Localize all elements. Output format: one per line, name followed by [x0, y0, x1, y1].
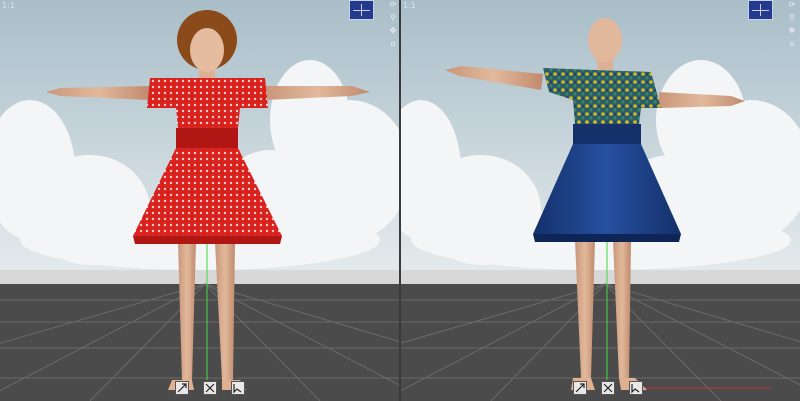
rotate-icon[interactable]: ⟳: [787, 0, 797, 10]
viewport-tools: [573, 381, 643, 395]
home-icon[interactable]: ⌂: [787, 39, 797, 49]
nav-strip: ⟳ ⚲ ✥ ⌂: [787, 0, 797, 49]
pan-icon[interactable]: ✥: [388, 26, 398, 36]
nav-strip: ⟳ ⚲ ✥ ⌂: [388, 0, 398, 49]
rotate-icon[interactable]: ⟳: [388, 0, 398, 10]
home-icon[interactable]: ⌂: [388, 39, 398, 49]
reset-icon[interactable]: [601, 381, 615, 395]
camera-cube-icon[interactable]: [349, 0, 374, 20]
reset-icon[interactable]: [203, 381, 217, 395]
scene-right: [401, 0, 800, 401]
viewport-label: 1:1: [403, 1, 416, 10]
viewport-tools: [175, 381, 245, 395]
bald-head: [588, 18, 622, 62]
viewport-right[interactable]: 1:1 ⟳ ⚲ ✥ ⌂: [401, 0, 800, 401]
zoom-icon[interactable]: ⚲: [787, 13, 797, 23]
scale-icon[interactable]: [573, 381, 587, 395]
camera-cube-icon[interactable]: [748, 0, 773, 20]
viewport-label: 1:1: [2, 1, 15, 10]
select-icon[interactable]: [231, 381, 245, 395]
app-window: 1:1 ⟳ ⚲ ✥ ⌂ 1:1 ⟳ ⚲ ✥ ⌂: [0, 0, 800, 401]
viewport-left[interactable]: 1:1 ⟳ ⚲ ✥ ⌂: [0, 0, 399, 401]
scene-left: [0, 0, 399, 401]
scale-icon[interactable]: [175, 381, 189, 395]
pan-icon[interactable]: ✥: [787, 26, 797, 36]
zoom-icon[interactable]: ⚲: [388, 13, 398, 23]
select-icon[interactable]: [629, 381, 643, 395]
